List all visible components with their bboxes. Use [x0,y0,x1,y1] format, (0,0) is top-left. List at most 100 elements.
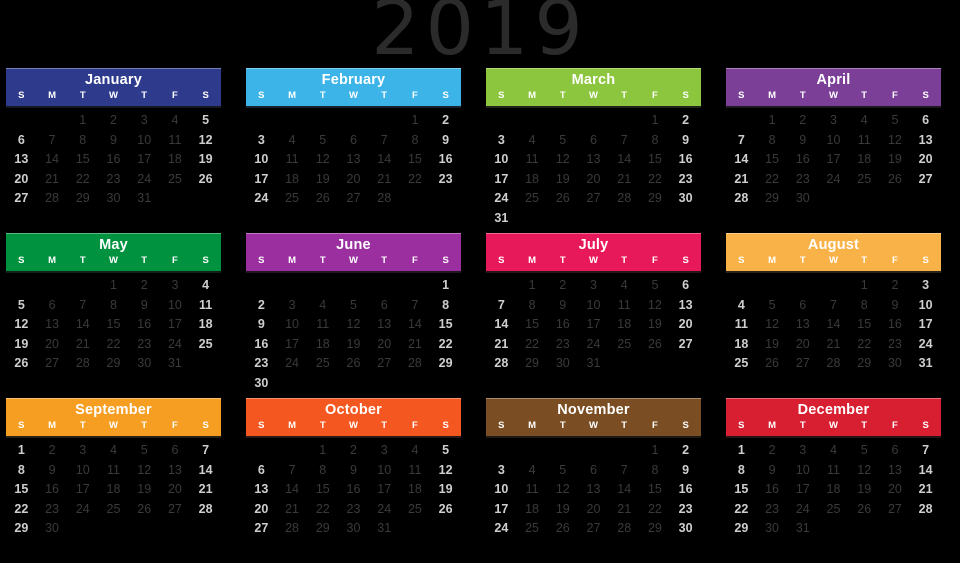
day-cell[interactable]: 22 [307,500,338,520]
day-cell[interactable]: 5 [190,111,221,131]
day-cell[interactable]: 18 [726,335,757,355]
day-cell[interactable]: 27 [338,189,369,209]
day-cell[interactable]: 9 [757,461,788,481]
day-cell[interactable]: 25 [190,335,221,355]
day-cell[interactable]: 19 [430,480,461,500]
day-cell[interactable]: 28 [37,189,68,209]
day-cell[interactable]: 28 [369,189,400,209]
month-header-february[interactable]: February S M T W T F S [246,68,461,108]
day-cell[interactable]: 30 [670,189,701,209]
day-cell[interactable]: 23 [757,500,788,520]
day-cell[interactable]: 5 [6,296,37,316]
day-cell[interactable]: 21 [277,500,308,520]
day-cell[interactable]: 17 [910,315,941,335]
day-cell[interactable]: 12 [430,461,461,481]
day-cell[interactable]: 16 [880,315,911,335]
day-cell[interactable]: 8 [6,461,37,481]
day-cell[interactable]: 20 [37,335,68,355]
day-cell[interactable]: 20 [578,500,609,520]
day-cell[interactable]: 2 [757,441,788,461]
day-cell[interactable]: 28 [910,500,941,520]
day-cell[interactable]: 26 [430,500,461,520]
day-cell[interactable]: 4 [609,276,640,296]
day-cell[interactable]: 3 [818,111,849,131]
day-cell[interactable]: 30 [246,374,277,394]
day-cell[interactable]: 5 [338,296,369,316]
month-header-october[interactable]: October S M T W T F S [246,398,461,438]
day-cell[interactable]: 26 [547,189,578,209]
day-cell[interactable]: 2 [670,441,701,461]
day-cell[interactable]: 25 [307,354,338,374]
day-cell[interactable]: 5 [547,461,578,481]
day-cell[interactable]: 10 [160,296,191,316]
day-cell[interactable]: 24 [246,189,277,209]
day-cell[interactable]: 9 [246,315,277,335]
day-cell[interactable]: 11 [400,461,431,481]
day-cell[interactable]: 28 [67,354,98,374]
day-cell[interactable]: 27 [369,354,400,374]
day-cell[interactable]: 31 [578,354,609,374]
day-cell[interactable]: 29 [726,519,757,539]
day-cell[interactable]: 19 [880,150,911,170]
day-cell[interactable]: 15 [67,150,98,170]
day-cell[interactable]: 5 [640,276,671,296]
day-cell[interactable]: 5 [430,441,461,461]
day-cell[interactable]: 25 [517,519,548,539]
day-cell[interactable]: 27 [787,354,818,374]
day-cell[interactable]: 6 [880,441,911,461]
day-cell[interactable]: 2 [338,441,369,461]
day-cell[interactable]: 10 [818,131,849,151]
day-cell[interactable]: 4 [726,296,757,316]
day-cell[interactable]: 16 [129,315,160,335]
day-cell[interactable]: 8 [430,296,461,316]
day-cell[interactable]: 23 [37,500,68,520]
day-cell[interactable]: 25 [818,500,849,520]
day-cell[interactable]: 14 [818,315,849,335]
day-cell[interactable]: 11 [98,461,129,481]
day-cell[interactable]: 24 [160,335,191,355]
day-cell[interactable]: 8 [98,296,129,316]
day-cell[interactable]: 7 [400,296,431,316]
day-cell[interactable]: 27 [578,519,609,539]
day-cell[interactable]: 28 [818,354,849,374]
day-cell[interactable]: 15 [640,150,671,170]
day-cell[interactable]: 31 [910,354,941,374]
day-cell[interactable]: 6 [787,296,818,316]
day-cell[interactable]: 10 [486,480,517,500]
day-cell[interactable]: 19 [849,480,880,500]
day-cell[interactable]: 15 [6,480,37,500]
day-cell[interactable]: 2 [246,296,277,316]
day-cell[interactable]: 19 [338,335,369,355]
day-cell[interactable]: 8 [726,461,757,481]
day-cell[interactable]: 1 [6,441,37,461]
day-cell[interactable]: 3 [160,276,191,296]
day-cell[interactable]: 11 [849,131,880,151]
day-cell[interactable]: 7 [609,131,640,151]
day-cell[interactable]: 16 [670,480,701,500]
day-cell[interactable]: 26 [6,354,37,374]
day-cell[interactable]: 17 [578,315,609,335]
day-cell[interactable]: 14 [726,150,757,170]
day-cell[interactable]: 1 [67,111,98,131]
month-header-january[interactable]: January S M T W T F S [6,68,221,108]
month-header-april[interactable]: April S M T W T F S [726,68,941,108]
day-cell[interactable]: 20 [338,170,369,190]
day-cell[interactable]: 27 [160,500,191,520]
day-cell[interactable]: 3 [277,296,308,316]
day-cell[interactable]: 24 [910,335,941,355]
day-cell[interactable]: 13 [578,480,609,500]
day-cell[interactable]: 9 [98,131,129,151]
day-cell[interactable]: 10 [67,461,98,481]
day-cell[interactable]: 16 [338,480,369,500]
day-cell[interactable]: 4 [160,111,191,131]
day-cell[interactable]: 22 [98,335,129,355]
day-cell[interactable]: 6 [37,296,68,316]
day-cell[interactable]: 6 [246,461,277,481]
day-cell[interactable]: 11 [160,131,191,151]
month-header-december[interactable]: December S M T W T F S [726,398,941,438]
day-cell[interactable]: 14 [609,150,640,170]
day-cell[interactable]: 10 [277,315,308,335]
day-cell[interactable]: 22 [849,335,880,355]
day-cell[interactable]: 27 [670,335,701,355]
day-cell[interactable]: 24 [486,189,517,209]
